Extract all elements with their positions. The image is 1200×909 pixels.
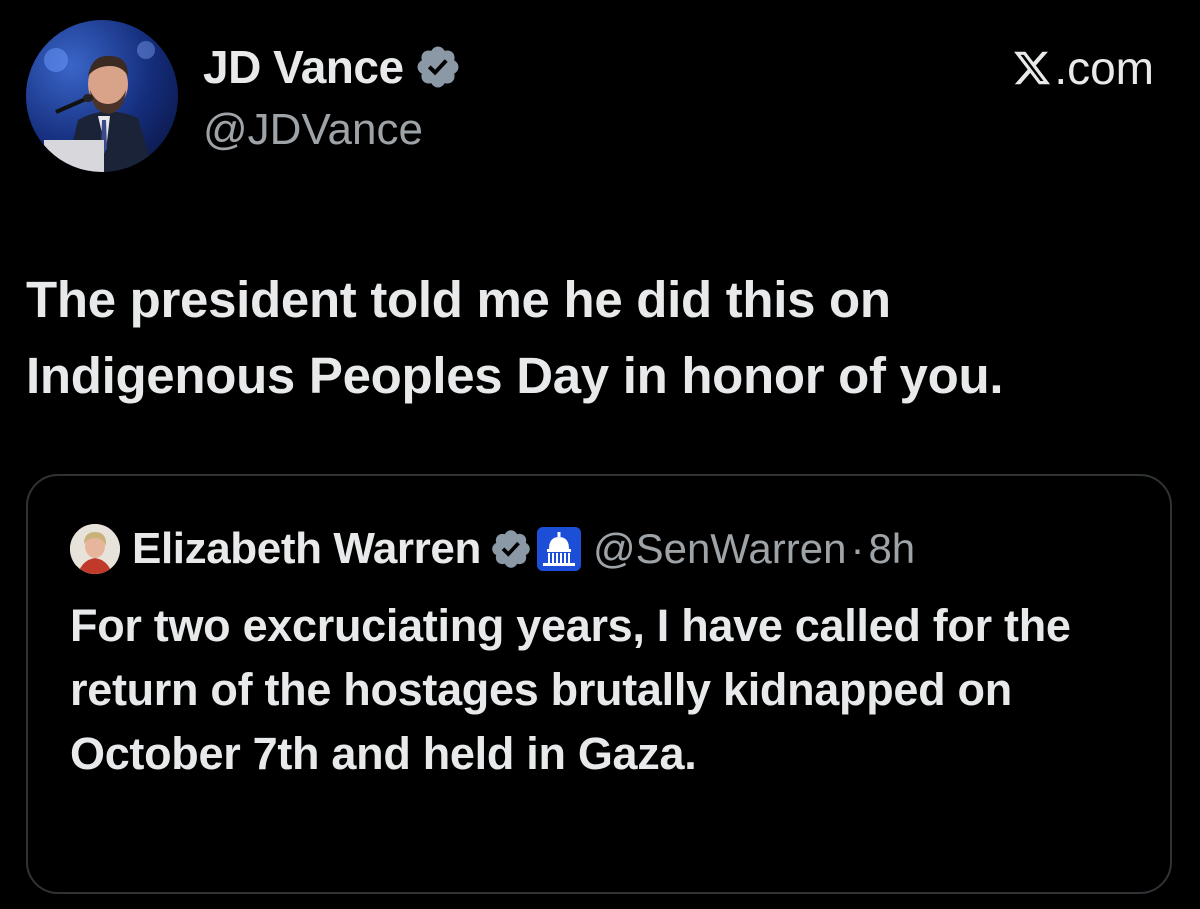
avatar-photo-icon [26,20,178,172]
quoted-tweet-header: Elizabeth Warren @SenWarren · 8h [70,522,915,576]
quoted-author-avatar[interactable] [70,524,120,574]
us-capitol-icon [536,527,581,571]
tweet-text: The president told me he did this on Ind… [26,271,1004,404]
quoted-tweet-card[interactable]: Elizabeth Warren @SenWarren · 8h For two… [26,474,1172,894]
x-logo-icon [1014,51,1051,85]
site-label-text: .com [1054,42,1154,94]
quoted-tweet-text: For two excruciating years, I have calle… [70,600,1071,779]
author-handle[interactable]: @JDVance [203,104,423,156]
header-separator: · [850,525,865,572]
author-name-text: JD Vance [203,41,404,93]
quoted-timestamp[interactable]: 8h [868,525,915,573]
author-avatar[interactable] [26,20,178,172]
quoted-author-name[interactable]: Elizabeth Warren [132,524,481,574]
author-name[interactable]: JD Vance [203,40,462,94]
site-label: .com [1012,40,1154,96]
tweet-screenshot: JD Vance @JDVance .com The president tol… [0,0,1200,909]
verified-badge-icon [417,46,459,88]
quoted-avatar-photo-icon [70,524,120,574]
quoted-author-handle[interactable]: @SenWarren [593,525,847,573]
quoted-verified-badge-icon [492,530,530,568]
